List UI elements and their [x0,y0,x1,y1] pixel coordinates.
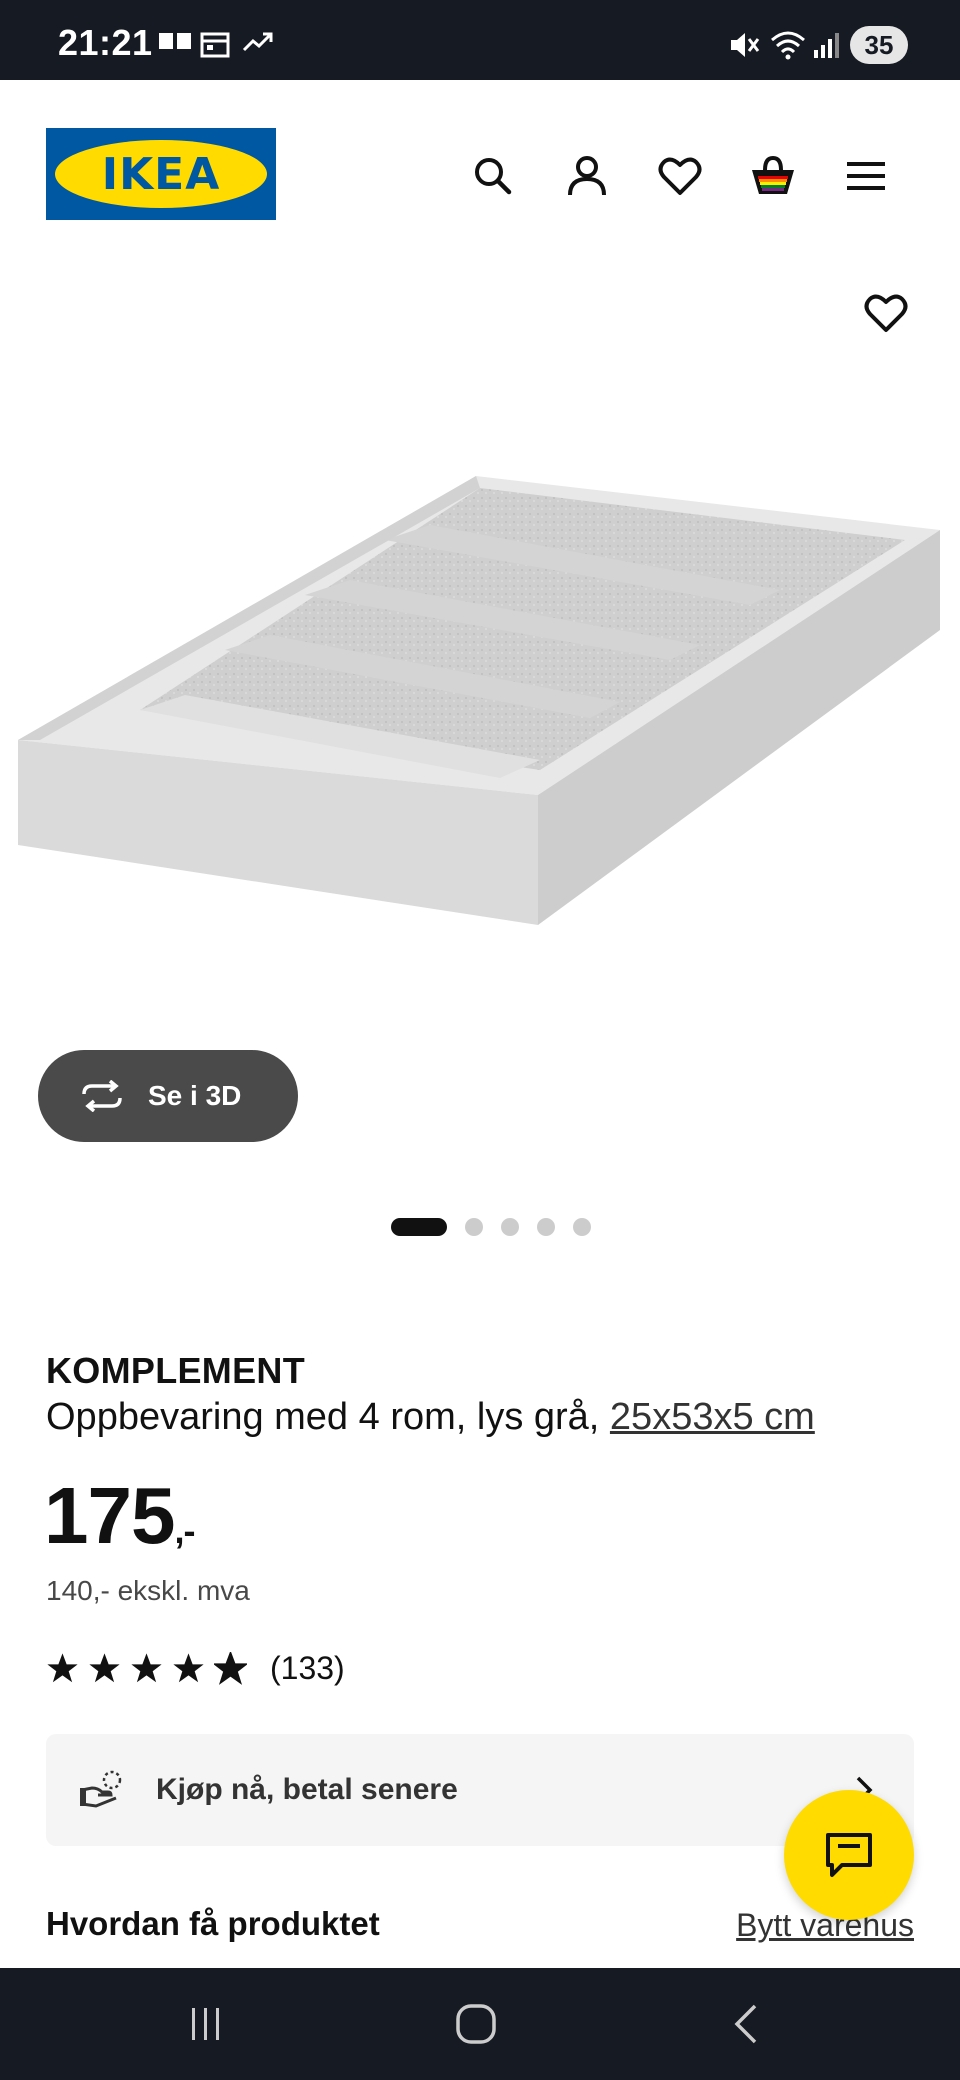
calendar-icon [200,32,230,58]
recent-apps-icon [192,2008,219,2040]
star-full-icon [47,1653,78,1683]
trending-icon [242,32,273,52]
bnpl-label: Kjøp nå, betal senere [156,1773,458,1806]
delivery-heading: Hvordan få produktet [46,1905,380,1942]
status-bar: 21:21 35 [0,0,960,80]
heart-icon[interactable] [652,148,708,204]
gallery-dot-1[interactable] [391,1218,447,1236]
star-full-icon [131,1653,162,1683]
product-rating[interactable]: (133) [46,1650,345,1687]
home-button[interactable] [446,1998,506,2050]
ikea-logo[interactable]: IKEA [46,128,276,220]
system-nav-bar [0,1968,960,2080]
site-header: IKEA [0,80,960,270]
logo-text: IKEA [101,148,221,200]
product-price: 175,- [44,1470,195,1562]
gallery-dot-4[interactable] [537,1218,555,1236]
gallery-dot-2[interactable] [465,1218,483,1236]
price-excl-vat: 140,- ekskl. mva [46,1575,250,1606]
star-full-icon [173,1653,204,1683]
add-to-wishlist-icon[interactable] [858,285,914,341]
home-icon [456,2004,496,2044]
view-3d-button[interactable]: Se i 3D [38,1050,298,1142]
cart-icon[interactable] [745,148,801,204]
product-description: Oppbevaring med 4 rom, lys grå, 25x53x5 … [46,1396,815,1439]
search-icon[interactable] [465,148,521,204]
chat-icon [826,1833,872,1877]
wifi-icon [771,31,805,60]
back-icon [734,2004,757,2044]
star-half-icon [214,1652,247,1685]
star-full-icon [89,1653,120,1683]
reading-mode-icon [159,33,191,49]
logo-oval: IKEA [55,140,267,208]
product-image[interactable] [0,440,960,940]
gallery-dot-5[interactable] [573,1218,591,1236]
signal-icon [814,33,839,58]
gallery-pagination [0,1215,960,1239]
product-dimensions-link[interactable]: 25x53x5 cm [610,1396,815,1438]
mute-icon [731,33,760,57]
product-description-text: Oppbevaring med 4 rom, lys grå, [46,1396,610,1438]
rating-count: (133) [270,1650,345,1686]
account-icon[interactable] [559,148,615,204]
payment-hand-icon [80,1770,122,1808]
product-brand: KOMPLEMENT [46,1350,305,1391]
price-value: 175 [44,1471,175,1560]
battery-badge: 35 [850,26,908,64]
buy-now-pay-later-row[interactable]: Kjøp nå, betal senere [46,1734,914,1846]
price-suffix: ,- [174,1510,195,1551]
chat-button[interactable] [784,1790,914,1920]
back-button[interactable] [716,1998,776,2050]
rotate-3d-icon [82,1080,122,1112]
menu-icon[interactable] [838,148,894,204]
status-time: 21:21 [58,22,153,63]
gallery-dot-3[interactable] [501,1218,519,1236]
view-3d-label: Se i 3D [148,1080,242,1111]
recent-apps-button[interactable] [176,1998,236,2050]
